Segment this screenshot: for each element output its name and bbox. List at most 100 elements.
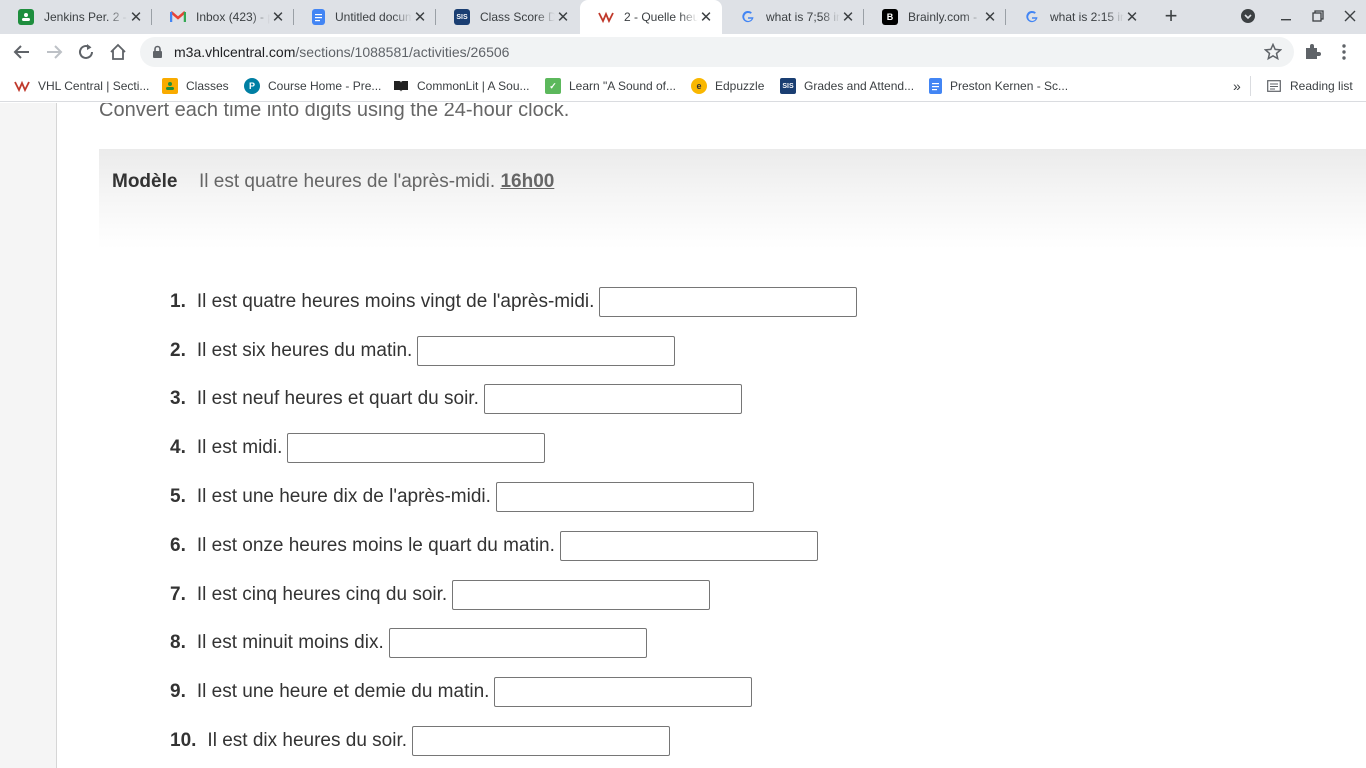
url-domain: m3a.vhlcentral.com [174,44,296,60]
question-number: 2. [170,340,186,361]
model-example-box: Modèle Il est quatre heures de l'après-m… [99,149,1366,249]
tab-title: Untitled document [335,10,412,24]
bookmark-star-icon[interactable] [1263,42,1283,66]
question-number: 7. [170,584,186,605]
tab-search-icon[interactable] [1232,0,1264,32]
google-icon [740,9,756,25]
tab-title: 2 - Quelle heure [624,10,698,24]
tab-brainly[interactable]: B Brainly.com - F... ✕ [864,0,1006,34]
answer-input-10[interactable] [412,726,671,756]
bookmark-classes[interactable]: Classes [162,76,229,96]
bookmark-grades[interactable]: SIS Grades and Attend... [780,76,914,96]
close-tab-icon[interactable]: ✕ [270,8,286,26]
brainly-icon: B [882,9,898,25]
tab-title: Jenkins Per. 2 - Gr... [44,10,128,24]
sis-icon: SIS [780,78,796,94]
model-label: Modèle [112,171,178,192]
close-tab-icon[interactable]: ✕ [1124,8,1140,26]
minimize-icon[interactable] [1270,0,1302,32]
question-7: 7. Il est cinq heures cinq du soir. [170,580,711,610]
answer-input-6[interactable] [559,531,818,561]
bookmark-vhl-central[interactable]: VHL Central | Secti... [14,76,149,96]
bookmark-label: Classes [186,79,229,93]
model-sentence: Il est quatre heures de l'après-midi. 16… [199,171,554,193]
close-tab-icon[interactable]: ✕ [555,8,571,26]
question-text: Il est onze heures moins le quart du mat… [196,535,555,556]
pearson-icon: P [244,78,260,94]
close-tab-icon[interactable]: ✕ [698,8,714,26]
url-path: /sections/1088581/activities/26506 [295,44,510,60]
question-text: Il est quatre heures moins vingt de l'ap… [196,291,595,312]
close-tab-icon[interactable]: ✕ [128,8,144,26]
tab-title: Inbox (423) - pr... [196,10,270,24]
bookmark-course-home[interactable]: P Course Home - Pre... [244,76,381,96]
reading-list-label: Reading list [1290,79,1353,93]
menu-kebab-icon[interactable] [1331,39,1357,65]
question-text: Il est une heure dix de l'après-midi. [196,486,491,507]
left-gutter [0,103,57,768]
url-text[interactable]: m3a.vhlcentral.com/sections/1088581/acti… [174,44,509,60]
bookmark-commonlit[interactable]: CommonLit | A Sou... [393,76,530,96]
answer-input-3[interactable] [483,384,742,414]
answer-input-4[interactable] [287,433,546,463]
tab-class-score[interactable]: SIS Class Score Detail ✕ [436,0,579,34]
more-bookmarks-chevron-icon[interactable]: » [1233,76,1241,96]
restore-icon[interactable] [1302,0,1334,32]
bookmark-label: CommonLit | A Sou... [417,79,530,93]
bookmark-label: Learn "A Sound of... [569,79,677,93]
tab-jenkins[interactable]: Jenkins Per. 2 - Gr... ✕ [0,0,152,34]
tab-title: Brainly.com - F... [908,10,982,24]
bookmark-label: VHL Central | Secti... [38,79,150,93]
bookmark-preston-kernen[interactable]: Preston Kernen - Sc... [929,76,1068,96]
close-window-icon[interactable] [1334,0,1366,32]
new-tab-button[interactable]: + [1158,3,1184,29]
question-6: 6. Il est onze heures moins le quart du … [170,531,818,561]
question-number: 1. [170,291,186,312]
classroom-icon [162,78,178,94]
reading-list-button[interactable]: Reading list [1266,76,1353,96]
question-text: Il est six heures du matin. [196,340,413,361]
tab-gmail[interactable]: Inbox (423) - pr... ✕ [152,0,294,34]
bookmark-label: Edpuzzle [715,79,765,93]
extensions-puzzle-icon[interactable] [1299,39,1325,65]
answer-input-9[interactable] [494,677,753,707]
close-tab-icon[interactable]: ✕ [412,8,428,26]
question-10: 10. Il est dix heures du soir. [170,726,671,756]
answer-input-2[interactable] [417,336,676,366]
question-number: 10. [170,730,197,751]
google-icon [1024,9,1040,25]
answer-input-8[interactable] [388,628,647,658]
activity-instruction: Convert each time into digits using the … [99,103,570,121]
edpuzzle-icon: e [691,78,707,94]
question-number: 9. [170,681,186,702]
forward-arrow-icon[interactable] [41,39,67,65]
tab-google-search-215[interactable]: what is 2:15 in ... ✕ [1006,0,1148,34]
tab-untitled-document[interactable]: Untitled document ✕ [294,0,436,34]
answer-input-5[interactable] [495,482,754,512]
activity-page: Convert each time into digits using the … [0,103,1366,768]
question-number: 3. [170,388,186,409]
check-icon: ✓ [545,78,561,94]
question-4: 4. Il est midi. [170,433,546,463]
address-bar[interactable]: m3a.vhlcentral.com/sections/1088581/acti… [140,37,1294,67]
model-answer: 16h00 [500,171,555,192]
answer-input-1[interactable] [599,287,858,317]
tab-google-search-758[interactable]: what is 7;58 in... ✕ [722,0,864,34]
back-arrow-icon[interactable] [9,39,35,65]
reload-icon[interactable] [73,39,99,65]
bookmark-edpuzzle[interactable]: e Edpuzzle [691,76,764,96]
bookmark-label: Course Home - Pre... [268,79,382,93]
home-icon[interactable] [105,39,131,65]
google-classroom-icon [18,9,34,25]
google-docs-icon [929,78,942,94]
bookmarks-bar: VHL Central | Secti... Classes P Course … [0,70,1366,102]
vhl-icon [14,78,30,94]
answer-input-7[interactable] [452,580,711,610]
sis-icon: SIS [454,9,470,25]
bookmark-learn-sound[interactable]: ✓ Learn "A Sound of... [545,76,676,96]
bookmarks-divider [1250,76,1251,96]
close-tab-icon[interactable]: ✕ [840,8,856,26]
tab-quelle-heure[interactable]: 2 - Quelle heure ✕ [580,0,722,34]
lock-icon[interactable] [152,45,163,64]
close-tab-icon[interactable]: ✕ [982,8,998,26]
